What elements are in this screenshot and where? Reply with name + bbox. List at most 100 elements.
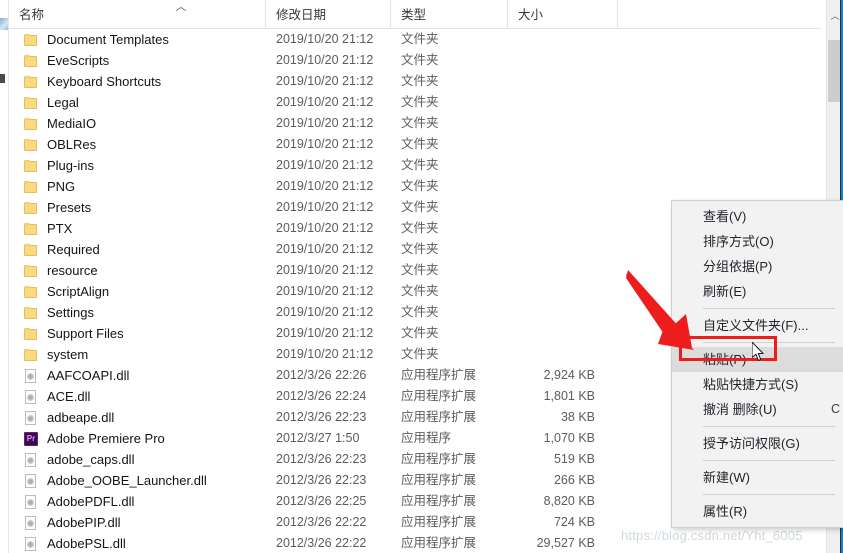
file-name-label: resource <box>47 263 98 278</box>
file-size-cell <box>487 113 595 134</box>
column-header-bar: 名称 ︿ 修改日期 类型 大小 <box>9 0 821 29</box>
context-menu-item[interactable]: 排序方式(O) <box>672 229 843 254</box>
file-name-label: PTX <box>47 221 73 236</box>
folder-icon <box>23 326 39 342</box>
file-date-cell: 2019/10/20 21:12 <box>276 326 374 340</box>
folder-icon <box>23 284 39 300</box>
file-date-cell: 2012/3/26 22:25 <box>276 494 367 508</box>
file-size-cell <box>487 29 595 50</box>
column-header-name[interactable]: 名称 ︿ <box>9 0 265 29</box>
file-row[interactable]: Document Templates 2019/10/20 21:12 文件夹 <box>9 29 821 50</box>
context-menu-item[interactable]: 授予访问权限(G) <box>672 431 843 456</box>
context-menu-item-label: 查看(V) <box>703 209 747 224</box>
file-size-cell <box>487 50 595 71</box>
file-name-label: AAFCOAPI.dll <box>47 368 130 383</box>
file-name-cell: ScriptAlign <box>23 281 263 302</box>
file-size-cell: 29,527 KB <box>536 536 595 550</box>
file-date-cell: 2012/3/26 22:23 <box>276 410 367 424</box>
file-date-cell: 2019/10/20 21:12 <box>276 137 374 151</box>
file-date-cell: 2012/3/26 22:22 <box>276 536 367 550</box>
file-size-cell: 519 KB <box>553 452 595 466</box>
file-name-cell: adobe_caps.dll <box>23 449 263 470</box>
sort-ascending-caret-icon: ︿ <box>175 1 187 13</box>
context-menu-item-label: 排序方式(O) <box>703 234 774 249</box>
file-size-cell: 1,070 KB <box>543 431 595 445</box>
file-name-label: adobe_caps.dll <box>47 452 135 467</box>
folder-icon <box>23 221 39 237</box>
folder-icon <box>23 137 39 153</box>
file-date-cell: 2019/10/20 21:12 <box>276 305 374 319</box>
file-date-cell: 2019/10/20 21:12 <box>276 200 374 214</box>
context-menu[interactable]: 查看(V) 排序方式(O) 分组依据(P) 刷新(E) 自定义文件夹(F)... 粘贴(P… <box>671 200 843 528</box>
file-name-cell: EveScripts <box>23 50 263 71</box>
folder-icon <box>23 158 39 174</box>
file-name-cell: Legal <box>23 92 263 113</box>
file-date-cell: 2019/10/20 21:12 <box>276 95 374 109</box>
context-menu-item-label: 属性(R) <box>703 504 748 519</box>
file-name-cell: Plug-ins <box>23 155 263 176</box>
file-date-cell: 2019/10/20 21:12 <box>276 179 374 193</box>
file-date-cell: 2012/3/26 22:22 <box>276 515 367 529</box>
file-row[interactable]: OBLRes 2019/10/20 21:12 文件夹 <box>9 134 821 155</box>
context-menu-item[interactable]: 查看(V) <box>672 204 843 229</box>
file-name-cell: Keyboard Shortcuts <box>23 71 263 92</box>
file-row[interactable]: Keyboard Shortcuts 2019/10/20 21:12 文件夹 <box>9 71 821 92</box>
folder-icon <box>23 200 39 216</box>
dll-icon <box>23 472 39 489</box>
file-row[interactable]: MediaIO 2019/10/20 21:12 文件夹 <box>9 113 821 134</box>
file-date-cell: 2019/10/20 21:12 <box>276 158 374 172</box>
column-header-type[interactable]: 类型 <box>390 0 507 29</box>
file-date-cell: 2019/10/20 21:12 <box>276 284 374 298</box>
column-header-name-label: 名称 <box>19 8 45 22</box>
file-date-cell: 2019/10/20 21:12 <box>276 347 374 361</box>
file-name-label: Keyboard Shortcuts <box>47 74 162 89</box>
column-header-date-modified[interactable]: 修改日期 <box>265 0 390 29</box>
file-name-label: AdobePDFL.dll <box>47 494 135 509</box>
file-date-cell: 2019/10/20 21:12 <box>276 116 374 130</box>
file-name-label: Adobe_OOBE_Launcher.dll <box>47 473 207 488</box>
file-size-cell <box>487 239 595 260</box>
file-name-label: adbeape.dll <box>47 410 115 425</box>
file-size-cell <box>487 344 595 365</box>
file-size-cell <box>487 71 595 92</box>
context-menu-item[interactable]: 撤消 删除(U) C <box>672 397 843 422</box>
context-menu-separator <box>703 494 835 495</box>
file-row[interactable]: EveScripts 2019/10/20 21:12 文件夹 <box>9 50 821 71</box>
folder-icon <box>23 53 39 69</box>
file-name-label: ACE.dll <box>47 389 91 404</box>
file-row[interactable]: Legal 2019/10/20 21:12 文件夹 <box>9 92 821 113</box>
folder-icon <box>23 74 39 90</box>
file-size-cell: 724 KB <box>553 515 595 529</box>
dll-icon <box>23 409 39 426</box>
column-header-size[interactable]: 大小 <box>507 0 617 29</box>
nav-item-fragment[interactable] <box>0 74 5 83</box>
folder-icon <box>23 95 39 111</box>
file-name-label: Presets <box>47 200 92 215</box>
file-name-cell: AAFCOAPI.dll <box>23 365 263 386</box>
dll-icon <box>23 367 39 384</box>
file-size-cell <box>487 218 595 239</box>
folder-icon <box>23 116 39 132</box>
file-size-cell <box>487 134 595 155</box>
file-size-cell <box>487 197 595 218</box>
file-name-label: MediaIO <box>47 116 97 131</box>
context-menu-item[interactable]: 粘贴快捷方式(S) <box>672 372 843 397</box>
premiere-pro-icon: Pr <box>23 431 39 447</box>
file-row[interactable]: Plug-ins 2019/10/20 21:12 文件夹 <box>9 155 821 176</box>
folder-icon <box>23 242 39 258</box>
dll-icon <box>23 388 39 405</box>
file-size-cell: 8,820 KB <box>543 494 595 508</box>
file-name-cell: Presets <box>23 197 263 218</box>
file-name-label: Legal <box>47 95 79 110</box>
navigation-pane-sliver[interactable] <box>0 0 9 553</box>
file-size-cell: 38 KB <box>560 410 595 424</box>
folder-icon <box>23 305 39 321</box>
file-row[interactable]: PNG 2019/10/20 21:12 文件夹 <box>9 176 821 197</box>
file-name-cell: system <box>23 344 263 365</box>
context-menu-item-label: 粘贴快捷方式(S) <box>703 377 799 392</box>
mouse-cursor-icon <box>752 342 765 362</box>
context-menu-item[interactable]: 新建(W) <box>672 465 843 490</box>
context-menu-item[interactable]: 属性(R) <box>672 499 843 524</box>
file-name-cell: MediaIO <box>23 113 263 134</box>
file-name-label: Support Files <box>47 326 124 341</box>
